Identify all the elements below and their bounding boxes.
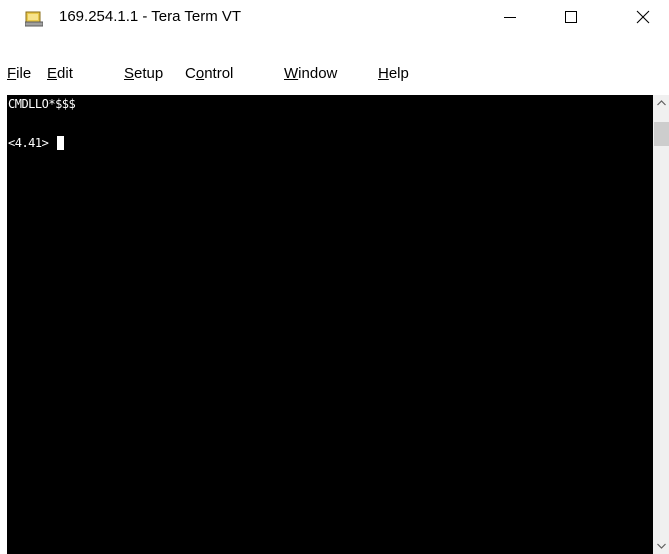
menu-control-pre: C xyxy=(185,65,196,82)
menu-help-accel: H xyxy=(378,65,389,82)
menu-edit-label: dit xyxy=(57,65,73,82)
menu-setup-accel: S xyxy=(124,65,135,82)
minimize-button[interactable] xyxy=(487,0,533,34)
close-icon xyxy=(636,10,650,24)
minimize-icon xyxy=(504,17,516,18)
terminal-screen[interactable]: CMDLLO*$$$ <4.41> xyxy=(7,95,653,554)
window-title: 169.254.1.1 - Tera Term VT xyxy=(59,8,242,25)
terminal-line-1: CMDLLO*$$$ xyxy=(8,97,76,111)
close-button[interactable] xyxy=(620,0,666,34)
menu-control-accel: o xyxy=(195,65,205,82)
terminal-cursor xyxy=(57,136,65,150)
terminal-line-2: <4.41> xyxy=(8,136,65,150)
menu-control[interactable]: Control xyxy=(185,62,233,86)
scroll-up-arrow-icon xyxy=(656,100,666,106)
menu-file-label: ile xyxy=(16,65,32,82)
maximize-icon xyxy=(565,11,577,23)
maximize-button[interactable] xyxy=(548,0,594,34)
menu-edit-accel: E xyxy=(47,65,58,82)
menu-bar: File Edit Setup Control Window Help xyxy=(0,62,669,86)
scroll-down-button[interactable] xyxy=(653,538,669,554)
scroll-up-button[interactable] xyxy=(653,95,669,111)
terminal-prompt: <4.41> xyxy=(8,136,56,150)
menu-file[interactable]: File xyxy=(7,62,31,86)
menu-window-label: indow xyxy=(298,65,338,82)
menu-setup[interactable]: Setup xyxy=(124,62,163,86)
tera-term-window: 169.254.1.1 - Tera Term VT File Edit Set… xyxy=(0,0,669,554)
menu-control-label: ntrol xyxy=(204,65,234,82)
menu-help[interactable]: Help xyxy=(378,62,409,86)
window-left-border xyxy=(0,95,7,554)
vertical-scrollbar[interactable] xyxy=(653,95,669,554)
scroll-down-arrow-icon xyxy=(656,543,666,549)
scroll-thumb[interactable] xyxy=(654,122,669,146)
menu-setup-label: etup xyxy=(134,65,164,82)
tera-term-app-icon xyxy=(25,11,43,27)
menu-edit[interactable]: Edit xyxy=(47,62,73,86)
menu-help-label: elp xyxy=(388,65,409,82)
menu-window[interactable]: Window xyxy=(284,62,337,86)
menu-window-accel: W xyxy=(284,65,299,82)
menu-file-accel: F xyxy=(7,65,17,82)
title-bar[interactable]: 169.254.1.1 - Tera Term VT xyxy=(0,0,669,34)
